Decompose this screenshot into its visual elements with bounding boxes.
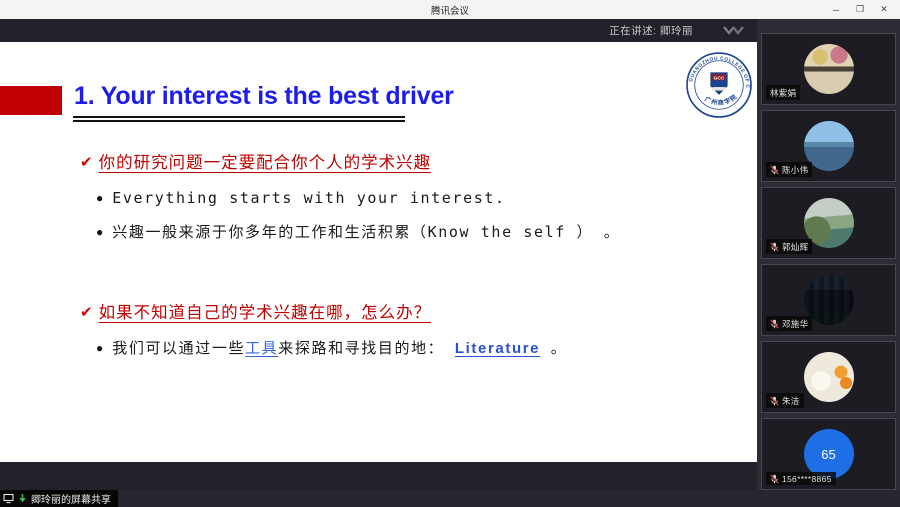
muted-mic-icon <box>770 319 779 329</box>
bullet-dot-icon: ● <box>96 338 103 359</box>
bullet-text: 我们可以通过一些工具来探路和寻找目的地： Literature 。 <box>112 338 567 359</box>
participant-name: 156****8865 <box>782 474 832 484</box>
participant-tile[interactable]: 朱洁 <box>761 341 896 413</box>
minimize-icon[interactable]: ─ <box>824 0 848 19</box>
college-seal-logo: GUANGZHOU COLLEGE OF COMMERCE 广州商学院 GCC <box>686 52 752 118</box>
text-segment: 。 <box>540 339 567 357</box>
section-heading: ✔ 你的研究问题一定要配合你个人的学术兴趣 <box>80 152 700 174</box>
text-segment: 我们可以通过一些 <box>112 339 245 357</box>
avatar <box>804 352 854 402</box>
bullet-line: ● 我们可以通过一些工具来探路和寻找目的地： Literature 。 <box>96 338 700 359</box>
bullet-line: ● Everything starts with your interest. <box>96 188 700 209</box>
participant-name-chip: 156****8865 <box>766 472 836 485</box>
inline-link[interactable]: Literature <box>455 340 540 357</box>
participant-name: 邓施华 <box>782 318 808 330</box>
bullet-dot-icon: ● <box>96 188 103 209</box>
muted-mic-icon <box>770 474 779 484</box>
muted-mic-icon <box>770 165 779 175</box>
text-segment: 兴趣一般来源于你多年的工作和生活积累（Know the self ） 。 <box>112 223 620 241</box>
participant-name: 朱洁 <box>782 395 800 407</box>
screen-share-status-chip[interactable]: 卿玲丽的屏幕共享 <box>0 490 118 507</box>
maximize-icon[interactable]: ❐ <box>848 0 872 19</box>
download-arrow-icon <box>17 493 28 504</box>
section-heading-text: 你的研究问题一定要配合你个人的学术兴趣 <box>99 152 432 174</box>
participant-name: 陈小伟 <box>782 164 808 176</box>
participant-tile[interactable]: 林紫娟 <box>761 33 896 105</box>
checkmark-icon: ✔ <box>80 302 93 324</box>
presentation-slide: 1. Your interest is the best driver ✔ 你的研… <box>0 42 757 462</box>
section-heading-text: 如果不知道自己的学术兴趣在哪，怎么办？ <box>99 302 432 324</box>
share-label: 卿玲丽的屏幕共享 <box>31 491 111 506</box>
meeting-window: 腾讯会议 ─ ❐ ✕ 正在讲述: 卿玲丽 1. Your interest is… <box>0 0 900 507</box>
titlebar: 腾讯会议 ─ ❐ ✕ <box>0 0 900 19</box>
section-heading: ✔ 如果不知道自己的学术兴趣在哪，怎么办？ <box>80 302 700 324</box>
participant-name-chip: 郭灿辉 <box>766 239 812 254</box>
text-segment: Everything starts with your interest. <box>112 189 505 207</box>
monitor-icon <box>3 493 14 504</box>
muted-mic-icon <box>770 242 779 252</box>
speaker-bar: 正在讲述: 卿玲丽 <box>0 19 757 42</box>
bullet-line: ● 兴趣一般来源于你多年的工作和生活积累（Know the self ） 。 <box>96 222 700 243</box>
text-segment: 来探路和寻找目的地： <box>278 339 455 357</box>
participant-name-chip: 邓施华 <box>766 316 812 331</box>
participants-sidebar: 林紫娟陈小伟郭灿辉邓施华朱洁 65156****8865 <box>757 19 900 490</box>
bullet-text: Everything starts with your interest. <box>112 188 505 209</box>
window-controls: ─ ❐ ✕ <box>824 0 896 19</box>
section-gap <box>80 256 700 302</box>
shared-screen-area: 正在讲述: 卿玲丽 1. Your interest is the best d… <box>0 19 757 490</box>
participant-tile[interactable]: 邓施华 <box>761 264 896 336</box>
layout-chevrons-icon[interactable] <box>721 24 747 38</box>
bullet-text: 兴趣一般来源于你多年的工作和生活积累（Know the self ） 。 <box>112 222 620 243</box>
close-icon[interactable]: ✕ <box>872 0 896 19</box>
participant-name: 林紫娟 <box>770 87 796 99</box>
avatar <box>804 44 854 94</box>
participant-name-chip: 林紫娟 <box>766 85 800 100</box>
window-title: 腾讯会议 <box>431 3 469 17</box>
participant-tile[interactable]: 郭灿辉 <box>761 187 896 259</box>
participant-name: 郭灿辉 <box>782 241 808 253</box>
logo-shield-text: GCC <box>714 75 725 81</box>
checkmark-icon: ✔ <box>80 152 93 174</box>
title-underline <box>73 116 405 122</box>
slide-red-accent-block <box>0 86 62 115</box>
participant-name-chip: 朱洁 <box>766 393 804 408</box>
participant-name-chip: 陈小伟 <box>766 162 812 177</box>
muted-mic-icon <box>770 396 779 406</box>
inline-link[interactable]: 工具 <box>245 339 278 357</box>
now-speaking-label: 正在讲述: 卿玲丽 <box>609 23 693 38</box>
slide-body: ✔ 你的研究问题一定要配合你个人的学术兴趣 ● Everything starts w… <box>80 152 700 372</box>
bottom-status-bar: 卿玲丽的屏幕共享 <box>0 490 900 507</box>
slide-title: 1. Your interest is the best driver <box>74 82 454 111</box>
participant-tile[interactable]: 65156****8865 <box>761 418 896 490</box>
bullet-dot-icon: ● <box>96 222 103 243</box>
participant-tile[interactable]: 陈小伟 <box>761 110 896 182</box>
